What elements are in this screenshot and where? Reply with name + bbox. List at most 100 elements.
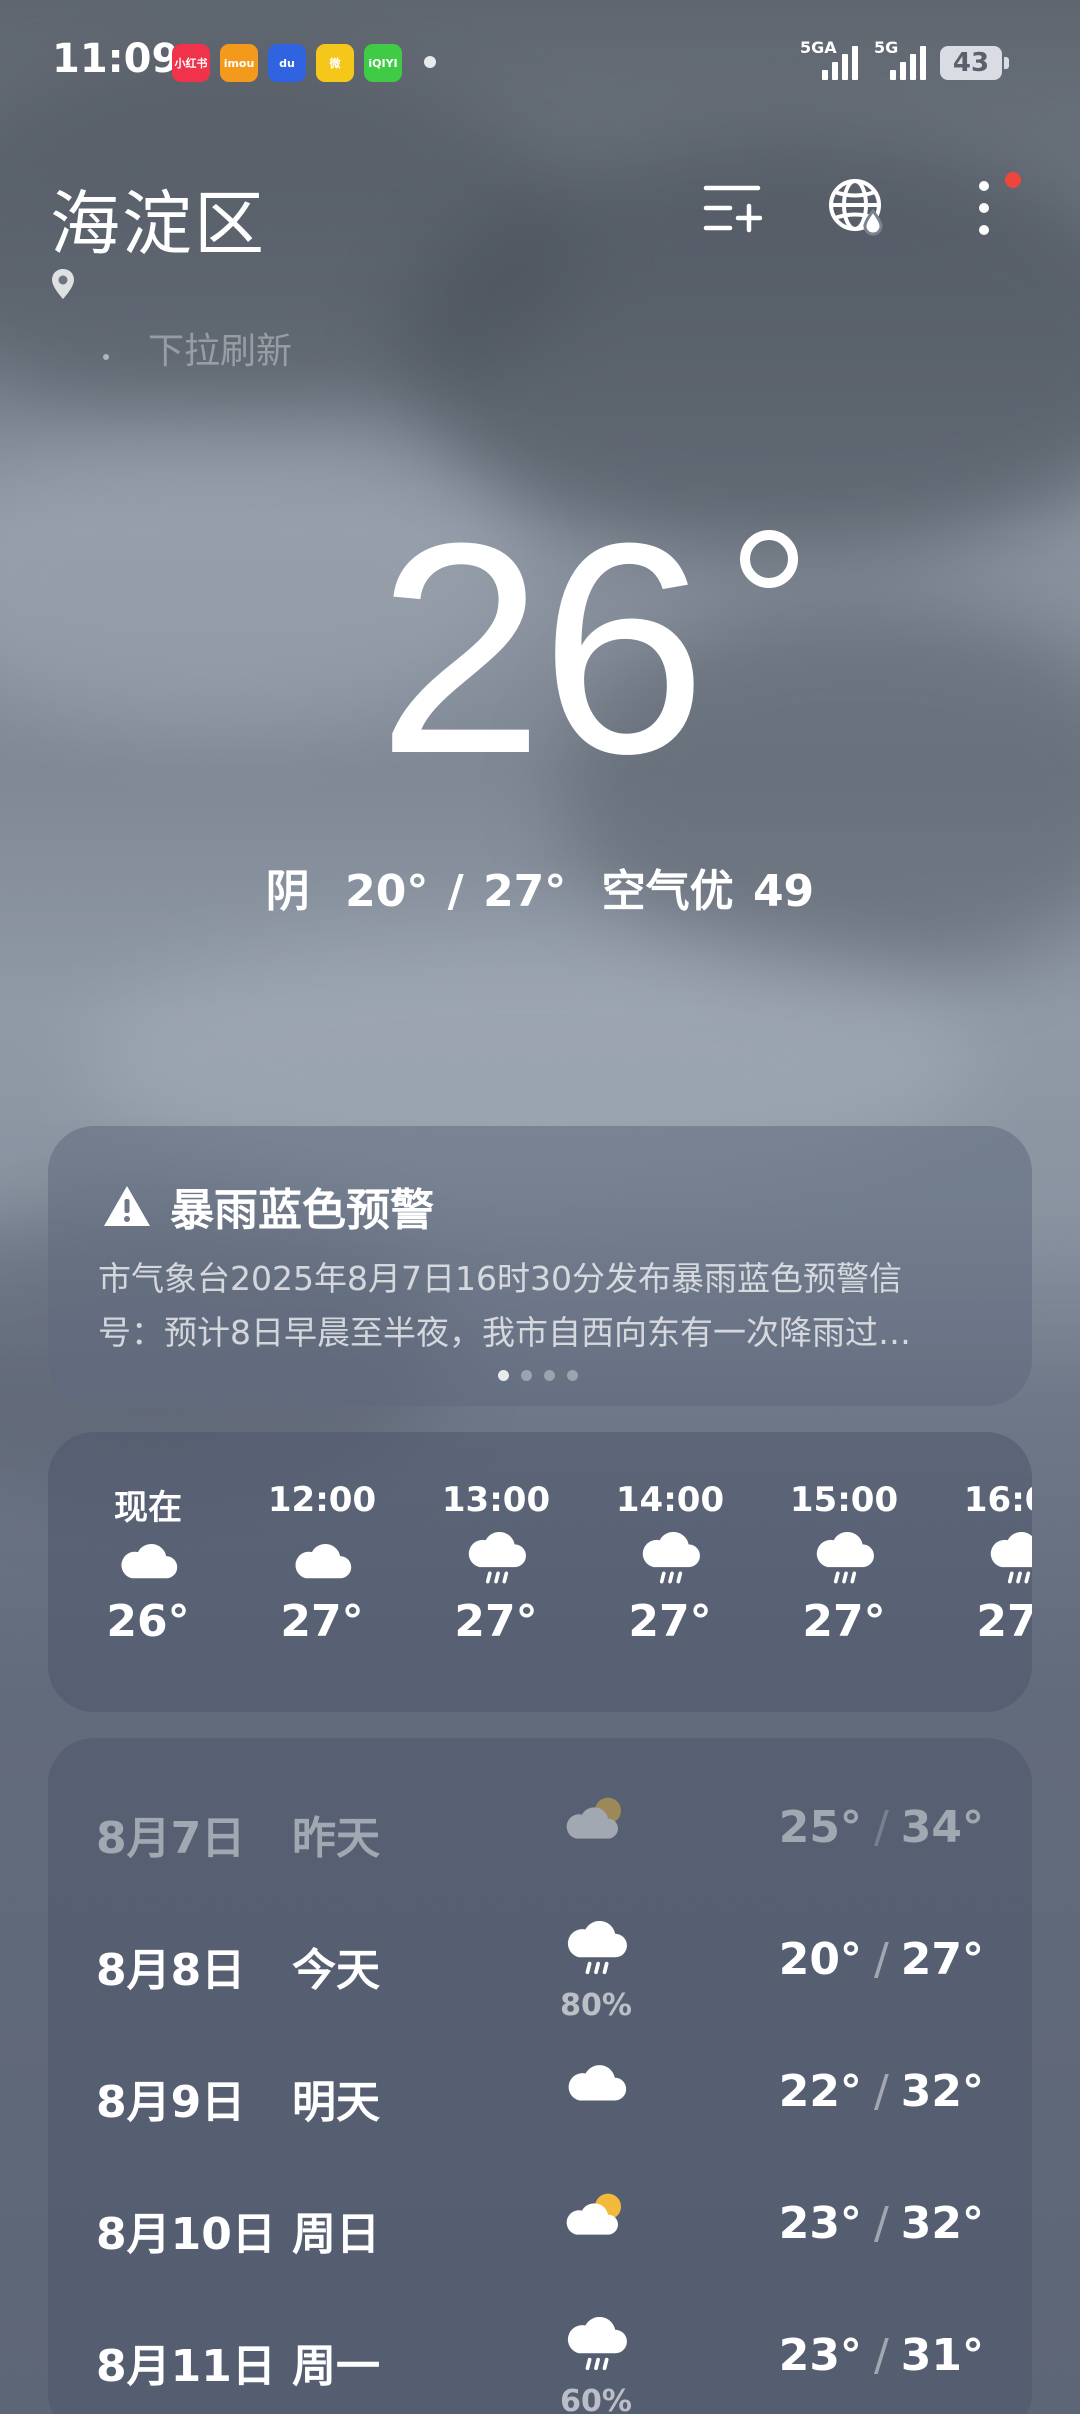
hourly-item: 16:00 27°: [948, 1480, 1032, 1647]
daily-row[interactable]: 8月7日 昨天 25°/34°: [48, 1778, 1032, 1888]
alert-text-line: 号：预计8日早晨至半夜，我市自西向东有一次降雨过…: [98, 1313, 911, 1352]
day-date: 8月11日: [96, 2341, 276, 2392]
hourly-forecast-card[interactable]: 现在 26° 12:00 27° 13:00 27° 14:00 27° 15:00 27° 16:…: [48, 1432, 1032, 1712]
hour-label: 14:00: [615, 1480, 725, 1520]
day-temperature-range: 23°/31°: [779, 2330, 984, 2381]
battery-icon: 43: [940, 46, 1009, 80]
city-title[interactable]: 海淀区: [50, 168, 266, 269]
current-temperature: 26: [377, 480, 707, 816]
rain-icon: [600, 1524, 740, 1596]
notification-badge: [1005, 172, 1021, 188]
partly-cloudy-icon: [556, 1778, 636, 1858]
pager-dot: [544, 1370, 555, 1381]
alert-pager: [498, 1370, 578, 1381]
day-high: 27°: [900, 1934, 984, 1985]
daily-row[interactable]: 8月10日 周日 23°/32°: [48, 2174, 1032, 2284]
day-date: 8月7日: [96, 1813, 246, 1864]
imou-icon: imou: [220, 44, 258, 82]
hourly-item: 13:00 27°: [426, 1480, 566, 1647]
weather-alert-card[interactable]: 暴雨蓝色预警 市气象台2025年8月7日16时30分发布暴雨蓝色预警信 号：预计…: [48, 1126, 1032, 1406]
rain-icon: [556, 1910, 636, 1990]
range-separator: /: [873, 2066, 889, 2117]
current-summary: 阴 20° / 27° 空气优 49: [0, 855, 1080, 919]
day-temperature-range: 20°/27°: [779, 1934, 984, 1985]
hour-label: 15:00: [789, 1480, 899, 1520]
status-bar: 11:09 小红书 imou du 微 iQIYI 5GA 5G 43: [0, 0, 1080, 125]
pager-dot: [567, 1370, 578, 1381]
precipitation-probability: 80%: [560, 1988, 632, 2023]
alert-title: 暴雨蓝色预警: [170, 1185, 434, 1236]
signal-5ga-icon: 5GA: [800, 38, 860, 84]
range-separator: /: [873, 2198, 889, 2249]
day-temperature-range: 25°/34°: [779, 1802, 984, 1853]
hour-label: 16:00: [963, 1480, 1032, 1520]
hour-temperature: 27°: [802, 1596, 886, 1647]
hour-temperature: 27°: [454, 1596, 538, 1647]
city-manage-button[interactable]: [700, 176, 764, 240]
rain-icon: [426, 1524, 566, 1596]
precipitation-probability: 60%: [560, 2384, 632, 2414]
day-temperature-range: 22°/32°: [779, 2066, 984, 2117]
day-name: 周一: [292, 2341, 380, 2392]
day-name: 明天: [292, 2077, 380, 2128]
add-city-icon: [703, 185, 762, 233]
global-weather-button[interactable]: [826, 176, 890, 240]
partly-cloudy-icon: [556, 2174, 636, 2254]
hourly-item: 12:00 27°: [252, 1480, 392, 1647]
iqiyi-icon: iQIYI: [364, 44, 402, 82]
day-name: 周日: [292, 2209, 380, 2260]
signal-5g-icon: 5G: [874, 38, 934, 84]
rain-icon: [774, 1524, 914, 1596]
battery-level: 43: [952, 48, 990, 78]
baidu-icon: du: [268, 44, 306, 82]
range-separator: /: [873, 2330, 889, 2381]
cloud-icon: [78, 1524, 218, 1596]
day-low: 25°: [778, 1802, 862, 1853]
hourly-item: 现在 26°: [78, 1480, 218, 1647]
rain-icon: [948, 1524, 1032, 1596]
hour-temperature: 27°: [280, 1596, 364, 1647]
daily-row[interactable]: 8月8日 今天 80% 20°/27°: [48, 1910, 1032, 2023]
current-range: 20° / 27°: [345, 866, 567, 917]
more-vertical-icon: [979, 181, 989, 235]
notification-app-icons: 小红书 imou du 微 iQIYI: [172, 44, 402, 82]
daily-row[interactable]: 8月11日 周一 60% 23°/31°: [48, 2306, 1032, 2414]
refresh-indicator: [103, 354, 109, 360]
hour-temperature: 27°: [628, 1596, 712, 1647]
day-low: 23°: [778, 2330, 862, 2381]
day-high: 32°: [900, 2198, 984, 2249]
day-date: 8月9日: [96, 2077, 246, 2128]
day-low: 22°: [778, 2066, 862, 2117]
hourly-item: 14:00 27°: [600, 1480, 740, 1647]
cloud-icon: [556, 2042, 636, 2122]
more-notifications-dot: [424, 56, 436, 68]
current-condition: 阴: [265, 866, 310, 917]
xiaohongshu-icon: 小红书: [172, 44, 210, 82]
weibo-icon: 微: [316, 44, 354, 82]
globe-icon: [829, 179, 883, 236]
location-pin-icon: [52, 269, 74, 299]
hourly-item: 15:00 27°: [774, 1480, 914, 1647]
alert-text-line: 市气象台2025年8月7日16时30分发布暴雨蓝色预警信: [98, 1259, 902, 1298]
hour-label: 12:00: [267, 1480, 377, 1520]
degree-symbol: [740, 530, 798, 588]
day-low: 20°: [778, 1934, 862, 1985]
day-high: 34°: [900, 1802, 984, 1853]
day-low: 23°: [778, 2198, 862, 2249]
warning-icon: [104, 1186, 150, 1226]
pager-dot: [521, 1370, 532, 1381]
day-high: 32°: [900, 2066, 984, 2117]
hour-temperature: 27°: [976, 1596, 1032, 1647]
hour-label: 现在: [114, 1488, 182, 1528]
range-separator: /: [873, 1934, 889, 1985]
clock: 11:09: [52, 36, 180, 82]
air-quality[interactable]: 空气优 49: [602, 866, 815, 917]
daily-forecast-card[interactable]: 8月7日 昨天 25°/34° 8月8日 今天 80% 20°/27° 8月9日 明天 22°/3…: [48, 1738, 1032, 2414]
alert-title-row: 暴雨蓝色预警: [102, 1174, 434, 1238]
rain-icon: [556, 2306, 636, 2386]
day-name: 今天: [292, 1945, 380, 1996]
daily-row[interactable]: 8月9日 明天 22°/32°: [48, 2042, 1032, 2152]
alert-body: 市气象台2025年8月7日16时30分发布暴雨蓝色预警信 号：预计8日早晨至半夜…: [98, 1252, 978, 1360]
range-separator: /: [873, 1802, 889, 1853]
day-high: 31°: [900, 2330, 984, 2381]
